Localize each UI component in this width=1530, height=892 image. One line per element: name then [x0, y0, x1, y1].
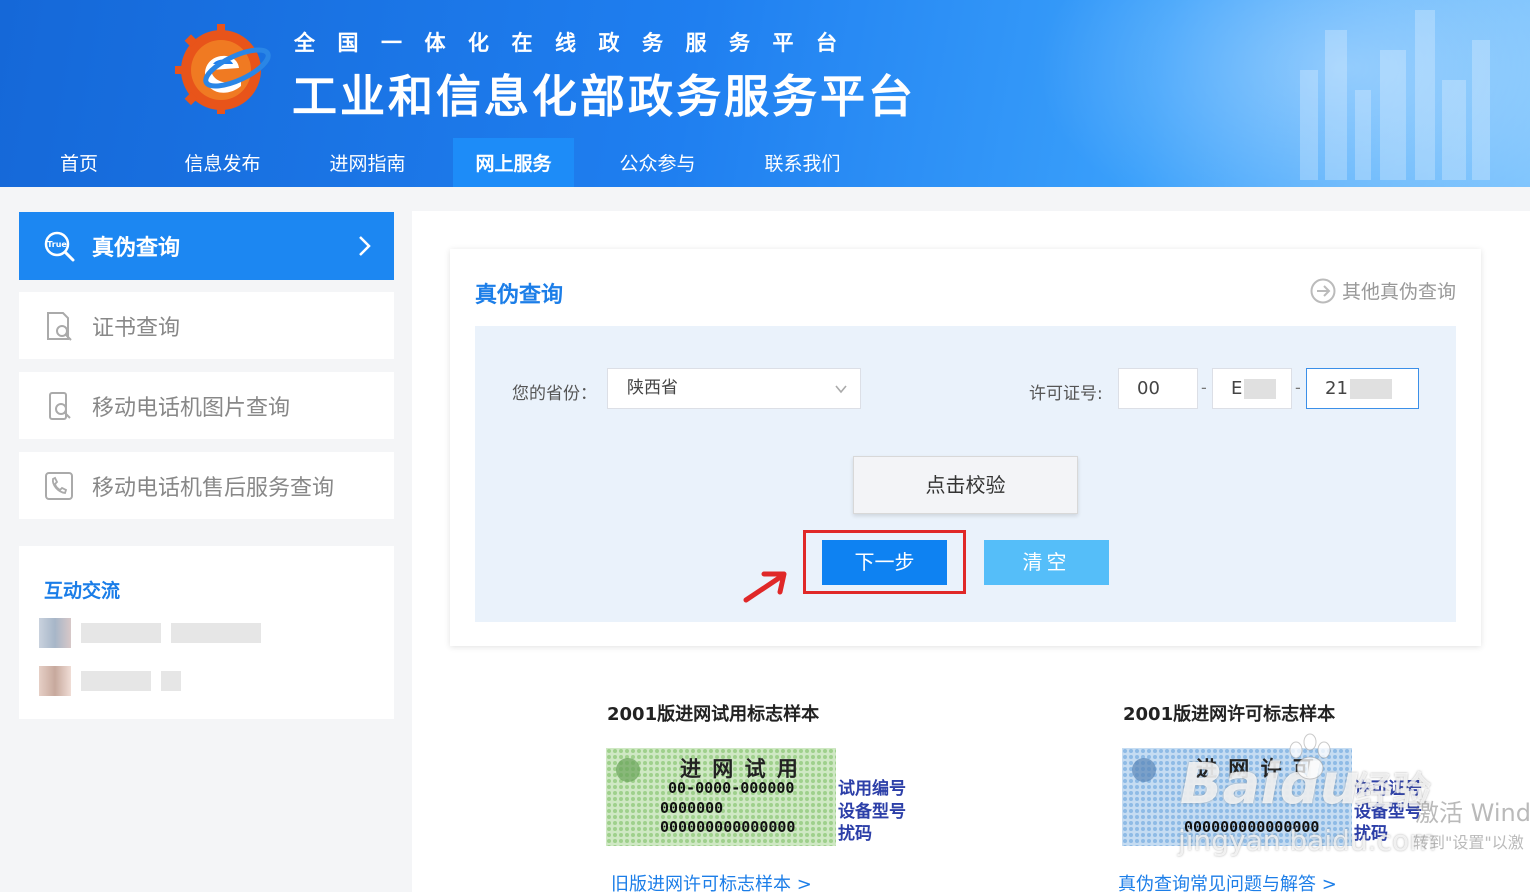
sidebar-item-phone-image[interactable]: 移动电话机图片查询	[19, 372, 394, 439]
trial-code-3: 000000000000000	[660, 818, 796, 836]
paw-watermark-icon	[1289, 733, 1331, 780]
sidebar-item-phone-image-row[interactable]: 移动电话机图片查询	[19, 372, 394, 439]
nav-item-home[interactable]: 首页	[40, 138, 118, 187]
svg-text:True: True	[47, 240, 67, 249]
sidebar-item-phone-service[interactable]: 移动电话机售后服务查询	[19, 452, 394, 519]
license-part1-value: 00	[1137, 378, 1160, 399]
interaction-item[interactable]	[39, 618, 271, 648]
blurred-text	[1244, 379, 1277, 399]
sidebar-item-label: 证书查询	[92, 315, 181, 341]
windows-activation-notice: 激活 Wind	[1415, 799, 1530, 827]
interaction-title: 互动交流	[44, 580, 121, 602]
interaction-panel: 互动交流	[19, 546, 394, 719]
site-header: 全国一体化在线政务服务平台 工业和信息化部政务服务平台 首页 信息发布 进网指南…	[0, 0, 1530, 187]
interaction-item[interactable]	[39, 666, 191, 696]
license-part1-input[interactable]: 00	[1118, 368, 1198, 409]
sidebar-item-certificate[interactable]: 证书查询	[19, 292, 394, 359]
blurred-text	[1349, 379, 1392, 399]
chevron-down-icon	[835, 385, 847, 394]
license-part3-input[interactable]: 21	[1306, 368, 1419, 409]
avatar	[39, 618, 71, 648]
avatar	[39, 666, 71, 696]
sidebar-item-true-search-row[interactable]: True 真伪查询	[19, 212, 394, 280]
old-sample-link[interactable]: 旧版进网许可标志样本 >	[611, 870, 812, 892]
nav-item-online-service[interactable]: 网上服务	[453, 138, 574, 187]
sidebar-item-label: 移动电话机售后服务查询	[92, 475, 335, 501]
red-arrow-annotation-icon	[743, 571, 787, 603]
trial-sample-title: 2001版进网试用标志样本	[607, 704, 820, 725]
license-part3-value: 21	[1325, 378, 1348, 399]
license-part2-input[interactable]: E	[1212, 368, 1292, 409]
nav-item-news[interactable]: 信息发布	[165, 138, 280, 187]
other-link-label: 其他真伪查询	[1341, 281, 1456, 303]
faq-link[interactable]: 真伪查询常见问题与解答 >	[1118, 870, 1337, 892]
phone-service-icon	[43, 470, 75, 502]
watermark-brand: Bai	[1180, 752, 1280, 817]
windows-activation-hint: 转到"设置"以激	[1413, 833, 1524, 852]
nav-item-contact[interactable]: 联系我们	[745, 138, 860, 187]
chevron-right-icon	[359, 236, 371, 256]
blurred-text	[161, 671, 181, 691]
ministry-logo-icon	[175, 24, 271, 114]
trial-code-1: 00-0000-000000	[668, 779, 795, 797]
trial-anno-code: 扰码	[838, 824, 872, 844]
verify-button[interactable]: 点击校验	[853, 456, 1078, 514]
nav-item-guide[interactable]: 进网指南	[310, 138, 425, 187]
blurred-text	[81, 671, 151, 691]
sidebar-item-true-search[interactable]: True 真伪查询	[19, 212, 394, 280]
sidebar-item-label: 真伪查询	[92, 236, 181, 261]
sidebar-item-label: 移动电话机图片查询	[92, 395, 291, 421]
trial-code-2: 0000000	[660, 799, 724, 817]
header-subtitle: 全国一体化在线政务服务平台	[294, 31, 860, 55]
dash-separator: -	[1295, 378, 1301, 397]
license-label: 许可证号:	[1029, 384, 1103, 404]
license-part2-value: E	[1231, 378, 1243, 399]
license-sample-title: 2001版进网许可标志样本	[1123, 704, 1336, 725]
arrow-circle-right-icon	[1310, 278, 1336, 303]
watermark-url: jingyan.baidu.com	[1178, 824, 1437, 857]
sidebar-item-certificate-row[interactable]: 证书查询	[19, 292, 394, 359]
main-nav: 首页 信息发布 进网指南 网上服务 公众参与 联系我们	[0, 138, 1530, 187]
certificate-search-icon	[43, 310, 75, 342]
province-select[interactable]: 陕西省	[607, 368, 861, 409]
clear-button[interactable]: 清空	[984, 540, 1109, 585]
blurred-text	[171, 623, 261, 643]
true-search-card: 真伪查询 其他真伪查询 您的省份： 陕西省 许可证号: 00 - E - 21 …	[450, 249, 1481, 646]
other-true-search-link[interactable]: 其他真伪查询	[1310, 277, 1456, 304]
province-label: 您的省份：	[512, 384, 597, 404]
query-form: 您的省份： 陕西省 许可证号: 00 - E - 21 点击校验 下一步 清空	[475, 326, 1456, 622]
trial-anno-number: 试用编号	[838, 779, 906, 799]
dash-separator: -	[1201, 378, 1207, 397]
nav-item-public[interactable]: 公众参与	[600, 138, 715, 187]
card-title: 真伪查询	[475, 283, 564, 308]
province-value: 陕西省	[627, 378, 678, 398]
true-search-icon: True	[43, 230, 75, 262]
blurred-text	[81, 623, 161, 643]
next-step-button[interactable]: 下一步	[822, 540, 947, 585]
sidebar-item-phone-service-row[interactable]: 移动电话机售后服务查询	[19, 452, 394, 519]
phone-image-search-icon	[43, 390, 75, 422]
header-title: 工业和信息化部政务服务平台	[292, 70, 917, 123]
